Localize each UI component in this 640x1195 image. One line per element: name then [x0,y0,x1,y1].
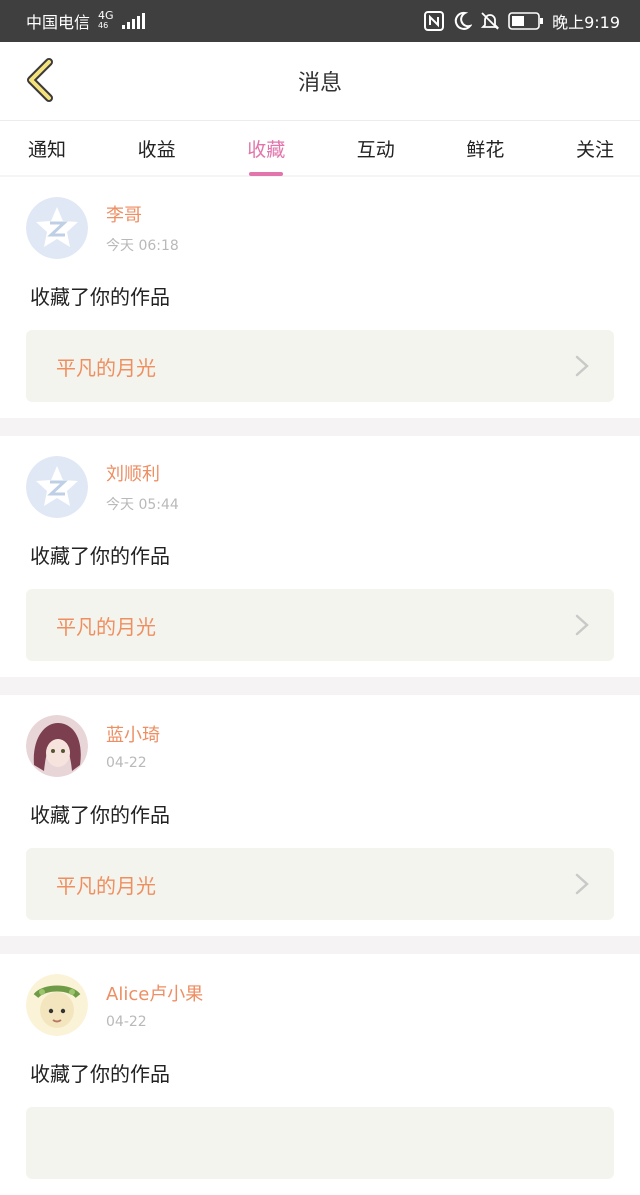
timestamp: 04-22 [106,1014,147,1030]
page-title: 消息 [297,71,342,96]
timestamp: 今天 05:44 [106,497,179,513]
moon-icon [454,11,473,30]
tab-label: 关注 [575,138,614,161]
work-title: 平凡的月光 [56,614,156,639]
avatar[interactable] [26,974,88,1036]
chevron-right-icon [575,355,589,377]
signal-icon [121,13,145,29]
chevron-left-icon [27,58,53,102]
message-item: 刘顺利 今天 05:44 收藏了你的作品 平凡的月光 [0,436,640,677]
timestamp: 今天 06:18 [106,238,179,254]
avatar[interactable] [26,715,88,777]
action-text: 收藏了你的作品 [30,544,170,568]
tab-label: 收益 [137,138,176,161]
divider [0,677,640,695]
action-text: 收藏了你的作品 [30,1062,170,1086]
message-list: 李哥 今天 06:18 收藏了你的作品 平凡的月光 刘顺利 今天 05:44 收… [0,177,640,1195]
work-title: 平凡的月光 [56,355,156,380]
network-sub-label: 46 [98,21,109,30]
back-button[interactable] [18,58,62,102]
username[interactable]: 李哥 [106,201,179,227]
tab-notice[interactable]: 通知 [28,120,66,176]
tab-label: 通知 [28,138,67,161]
avatar[interactable] [26,456,88,518]
username[interactable]: Alice卢小果 [106,980,203,1006]
tab-following[interactable]: 关注 [576,120,614,176]
message-item: 李哥 今天 06:18 收藏了你的作品 平凡的月光 [0,177,640,418]
carrier-label: 中国电信 [26,13,91,32]
clock-label: 晚上9:19 [552,13,620,32]
message-item: Alice卢小果 04-22 收藏了你的作品 [0,954,640,1195]
action-text: 收藏了你的作品 [30,803,170,827]
work-title: 平凡的月光 [56,873,156,898]
qq-default-avatar-icon [26,456,88,518]
bell-off-icon [480,12,500,30]
tab-favorites[interactable]: 收藏 [247,120,285,176]
tab-bar: 通知 收益 收藏 互动 鲜花 关注 [0,121,640,177]
flower-crown-avatar-icon [26,974,88,1036]
tab-interaction[interactable]: 互动 [357,120,395,176]
timestamp: 04-22 [106,755,147,771]
network-label: 4G [98,9,114,22]
tab-label: 鲜花 [466,138,505,161]
tab-earnings[interactable]: 收益 [138,120,176,176]
divider [0,936,640,954]
status-bar: 中国电信 4G 46 晚上9:19 [0,0,640,42]
work-card[interactable]: 平凡的月光 [26,330,614,402]
anime-girl-avatar-icon [26,715,88,777]
tab-flowers[interactable]: 鲜花 [466,120,504,176]
nfc-icon [424,11,445,31]
work-card[interactable]: 平凡的月光 [26,589,614,661]
battery-icon [508,12,544,30]
divider [0,418,640,436]
message-item: 蓝小琦 04-22 收藏了你的作品 平凡的月光 [0,695,640,936]
chevron-right-icon [575,873,589,895]
network-indicator: 4G 46 [98,9,114,31]
work-card[interactable] [26,1107,614,1179]
username[interactable]: 刘顺利 [106,460,179,486]
chevron-right-icon [575,614,589,636]
qq-default-avatar-icon [26,197,88,259]
tab-label: 互动 [356,138,395,161]
tab-label: 收藏 [247,138,286,161]
action-text: 收藏了你的作品 [30,285,170,309]
avatar[interactable] [26,197,88,259]
work-card[interactable]: 平凡的月光 [26,848,614,920]
top-nav: 消息 [0,42,640,121]
username[interactable]: 蓝小琦 [106,721,160,747]
